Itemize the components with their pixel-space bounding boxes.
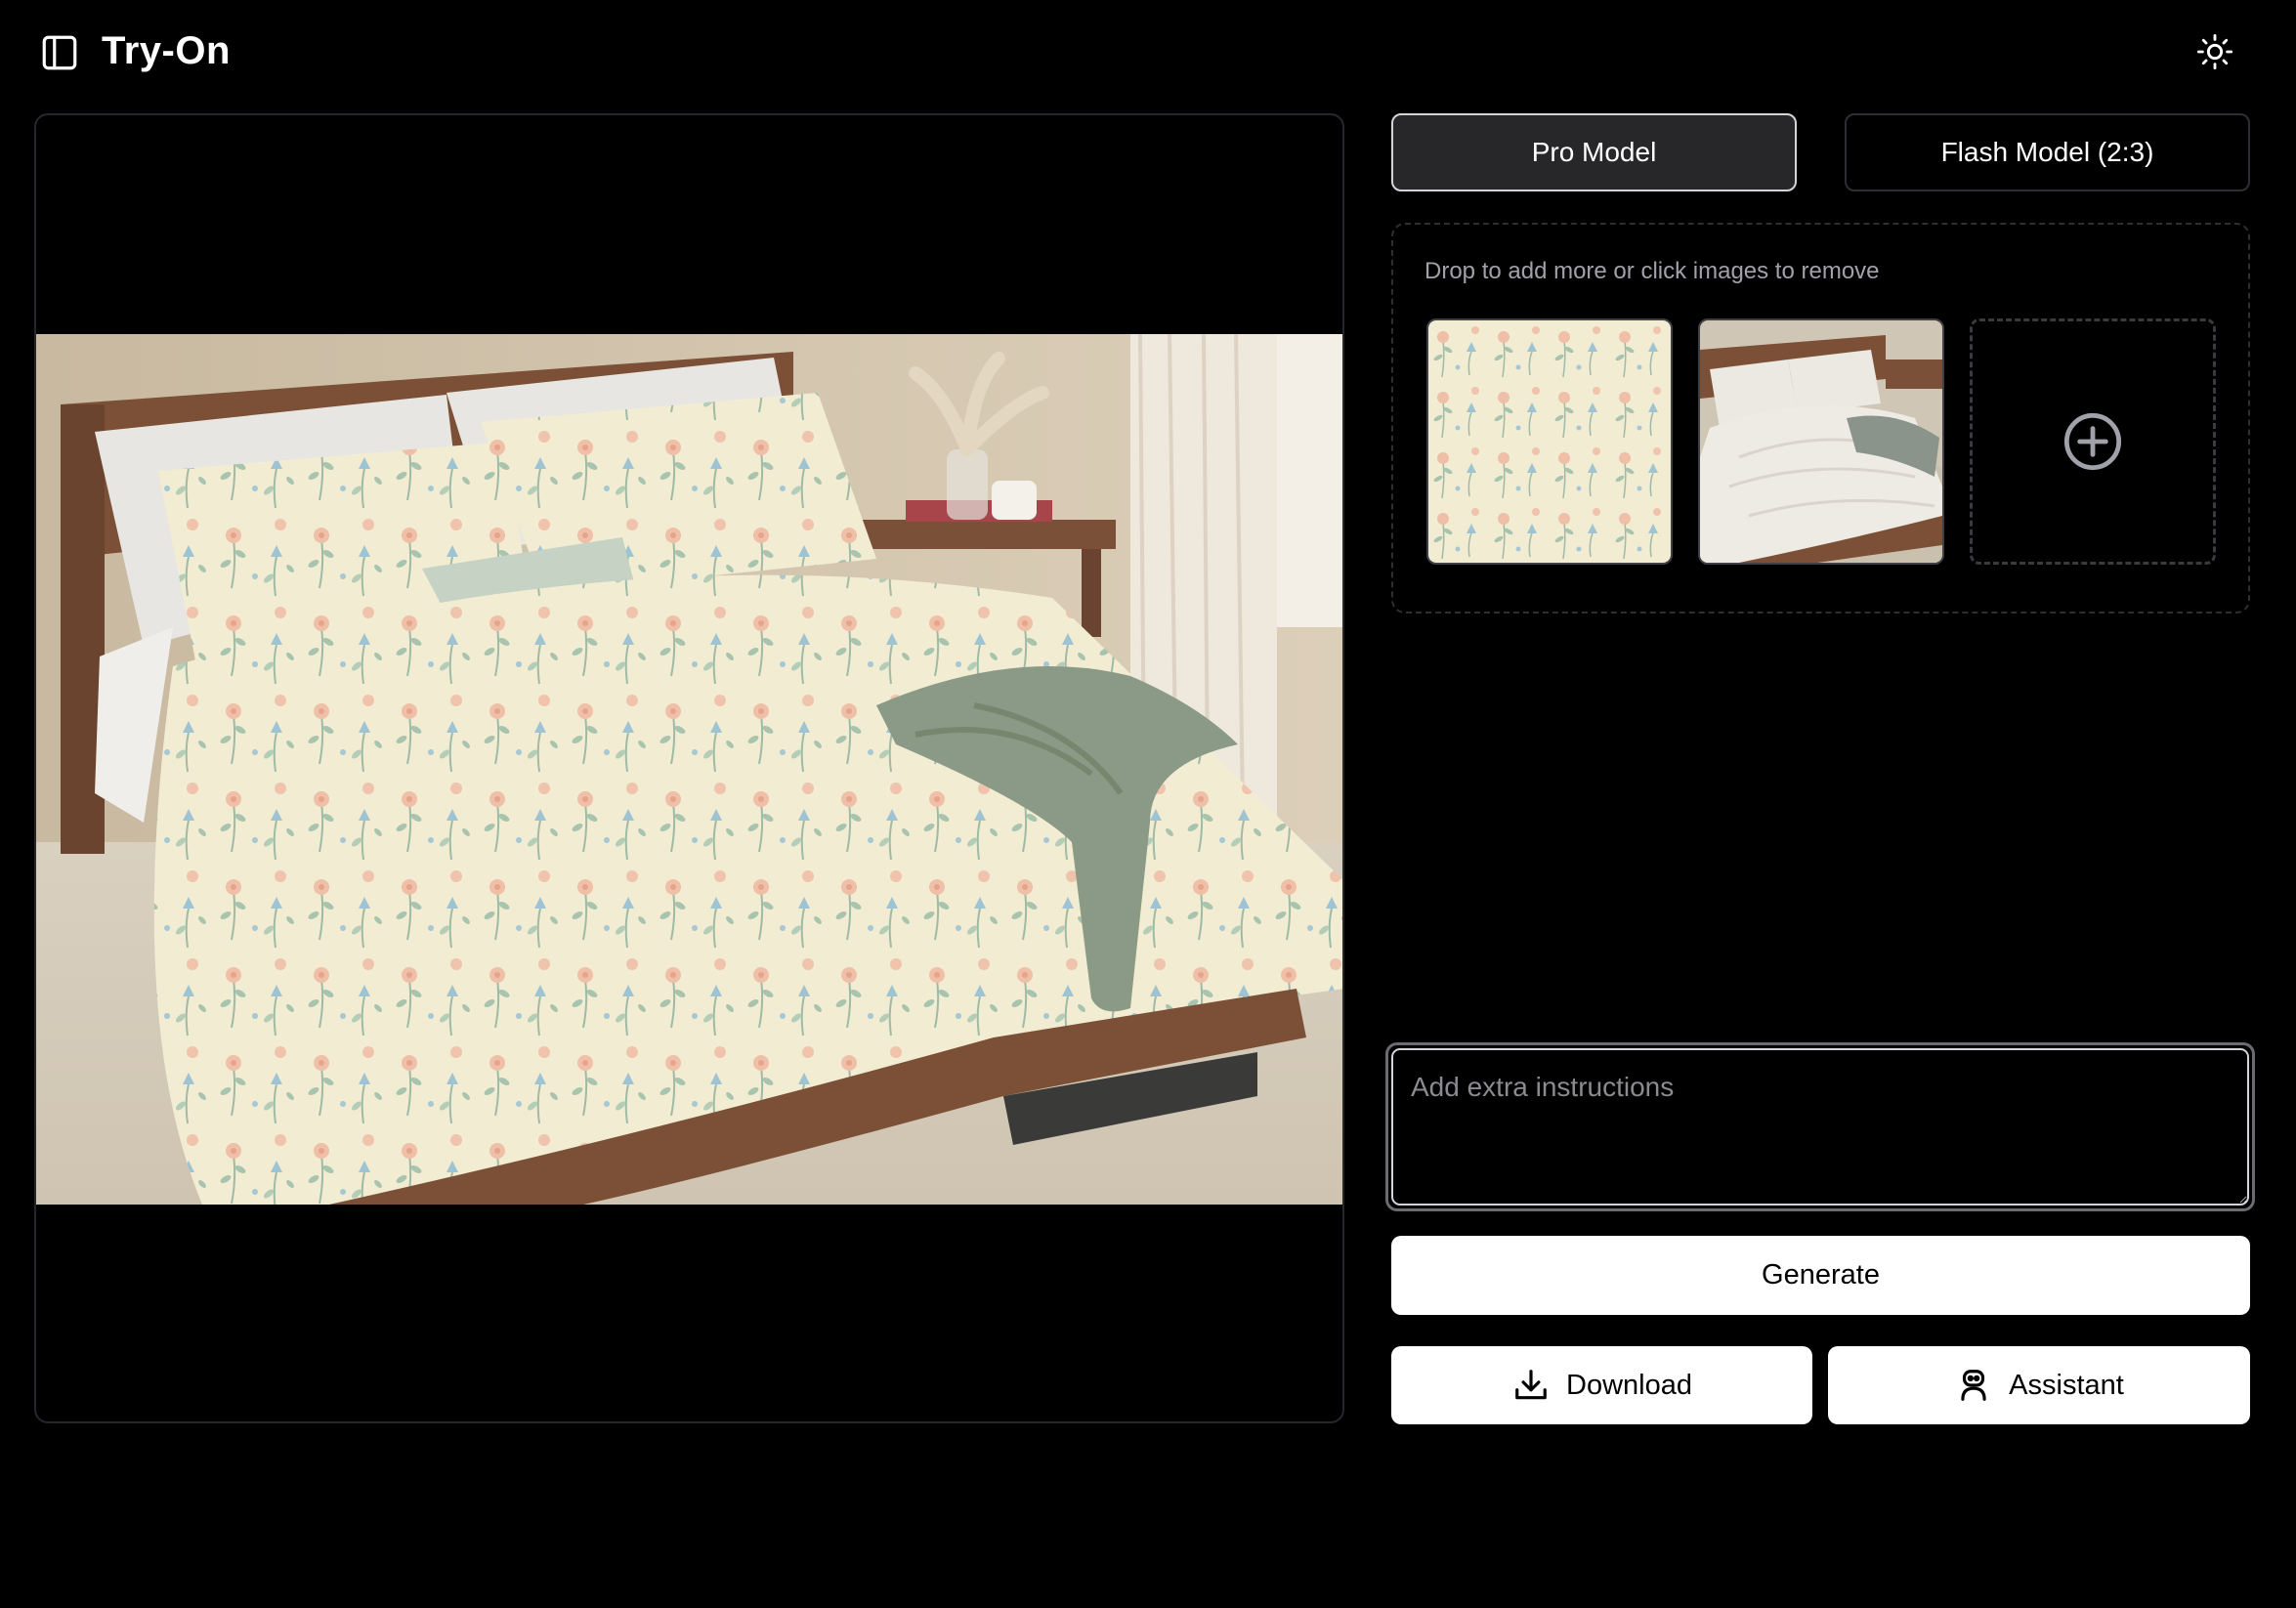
try-on-page: Try-On Pro Model Flash Model (2:3) Drop … xyxy=(0,0,2296,1608)
image-dropzone[interactable]: Drop to add more or click images to remo… xyxy=(1391,223,2250,614)
model-option-flash[interactable]: Flash Model (2:3) xyxy=(1845,113,2250,191)
result-preview-panel xyxy=(34,113,1344,1423)
assistant-button[interactable]: Assistant xyxy=(1828,1346,2250,1424)
dropzone-hint: Drop to add more or click images to remo… xyxy=(1424,258,1880,284)
sun-icon xyxy=(2196,33,2233,70)
download-button[interactable]: Download xyxy=(1391,1346,1812,1424)
add-image-slot[interactable] xyxy=(1970,318,2216,565)
header: Try-On xyxy=(0,0,2296,103)
result-bedroom-image xyxy=(36,334,1342,1205)
assistant-label: Assistant xyxy=(2009,1369,2124,1401)
download-icon xyxy=(1511,1366,1551,1405)
generate-button[interactable]: Generate xyxy=(1391,1236,2250,1315)
instructions-wrapper xyxy=(1385,1042,2255,1211)
instructions-input[interactable] xyxy=(1391,1048,2249,1206)
bot-icon xyxy=(1954,1366,1993,1405)
theme-toggle-button[interactable] xyxy=(2192,29,2237,74)
app-title: Try-On xyxy=(102,29,231,72)
model-option-pro[interactable]: Pro Model xyxy=(1391,113,1797,191)
uploaded-image-pattern[interactable] xyxy=(1426,318,1673,565)
sidebar-toggle-button[interactable] xyxy=(37,30,82,75)
plus-circle-icon xyxy=(2063,412,2122,471)
download-label: Download xyxy=(1566,1369,1692,1401)
uploaded-image-bed[interactable] xyxy=(1698,318,1944,565)
sidebar-panel-icon xyxy=(42,35,77,70)
